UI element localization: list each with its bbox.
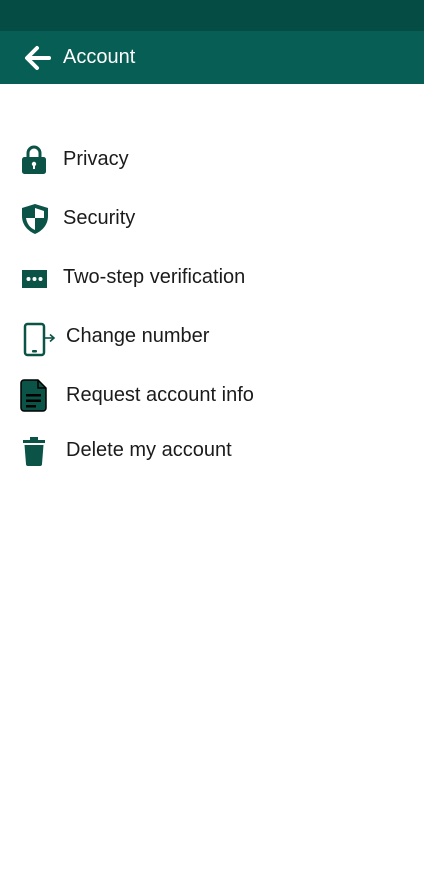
- menu-item-two-step-verification[interactable]: Two-step verification: [0, 252, 424, 302]
- password-dots-icon: [18, 260, 52, 294]
- phone-transfer-icon: [18, 319, 58, 357]
- document-icon: [18, 378, 52, 412]
- menu-item-label: Change number: [66, 325, 210, 347]
- lock-icon: [18, 142, 52, 176]
- app-bar: Account: [0, 31, 424, 84]
- trash-icon: [18, 433, 52, 467]
- status-bar: [0, 0, 424, 31]
- menu-item-privacy[interactable]: Privacy: [0, 134, 424, 184]
- menu-item-request-account-info[interactable]: Request account info: [0, 370, 424, 420]
- menu-item-label: Delete my account: [66, 439, 232, 461]
- menu-item-label: Request account info: [66, 384, 254, 406]
- menu-item-label: Two-step verification: [63, 266, 246, 288]
- page-title: Account: [63, 46, 136, 68]
- back-button[interactable]: [18, 39, 56, 77]
- menu-item-label: Security: [63, 207, 136, 229]
- menu-item-change-number[interactable]: Change number: [0, 311, 424, 361]
- menu-item-label: Privacy: [63, 148, 129, 170]
- shield-icon: [18, 201, 52, 235]
- menu-item-delete-my-account[interactable]: Delete my account: [0, 425, 424, 475]
- menu-item-security[interactable]: Security: [0, 193, 424, 243]
